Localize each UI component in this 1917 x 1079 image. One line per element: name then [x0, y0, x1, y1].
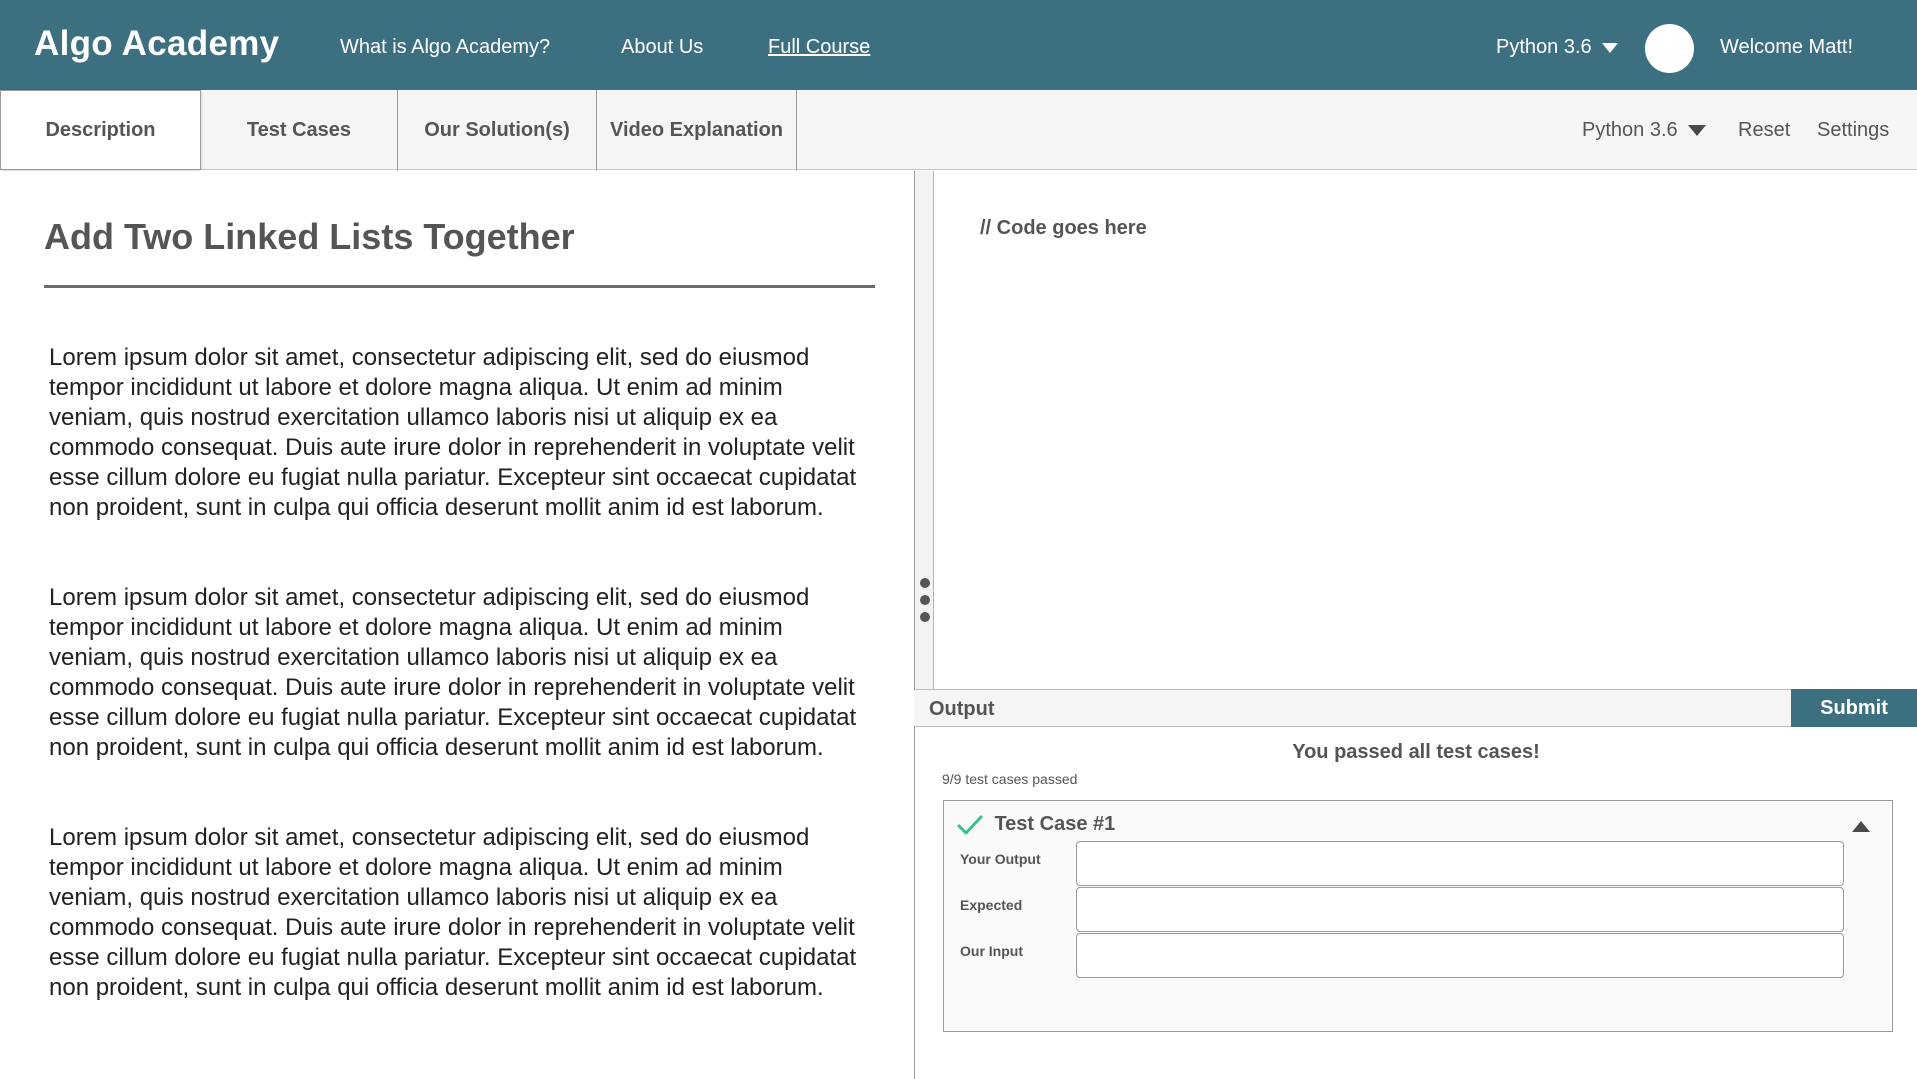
language-selector-top[interactable]: Python 3.6: [1496, 36, 1618, 59]
description-paragraph: Lorem ipsum dolor sit amet, consectetur …: [49, 344, 857, 521]
brand-logo[interactable]: Algo Academy: [34, 24, 279, 64]
your-output-field[interactable]: [1076, 841, 1844, 886]
field-label-our-input: Our Input: [960, 943, 1023, 959]
chevron-down-icon: [1687, 125, 1706, 137]
title-divider: [44, 285, 875, 288]
field-label-expected: Expected: [960, 897, 1023, 913]
output-header: Output: [914, 689, 1917, 727]
description-panel: Add Two Linked Lists Together Lorem ipsu…: [0, 171, 914, 1079]
language-selector-label: Python 3.6: [1496, 36, 1592, 58]
tab-our-solutions[interactable]: Our Solution(s): [398, 90, 597, 170]
chevron-down-icon: [1601, 42, 1618, 53]
settings-button[interactable]: Settings: [1817, 119, 1889, 142]
code-placeholder: // Code goes here: [980, 217, 1147, 239]
problem-title: Add Two Linked Lists Together: [44, 216, 575, 257]
reset-button[interactable]: Reset: [1738, 119, 1790, 142]
description-paragraph: Lorem ipsum dolor sit amet, consectetur …: [49, 584, 857, 761]
tab-description[interactable]: Description: [0, 90, 201, 170]
language-selector-editor[interactable]: Python 3.6: [1582, 119, 1706, 142]
test-count: 9/9 test cases passed: [942, 771, 1078, 787]
welcome-text: Welcome Matt!: [1720, 36, 1853, 58]
drag-handle-icon[interactable]: [920, 578, 930, 622]
code-editor[interactable]: // Code goes here: [934, 171, 1917, 689]
tab-test-cases[interactable]: Test Cases: [201, 90, 398, 170]
language-selector-label: Python 3.6: [1582, 119, 1678, 141]
problem-toolbar: Description Test Cases Our Solution(s) V…: [0, 90, 1917, 170]
expected-field[interactable]: [1076, 887, 1844, 932]
nav-link-full-course[interactable]: Full Course: [768, 36, 870, 59]
avatar[interactable]: [1645, 24, 1694, 73]
description-paragraph: Lorem ipsum dolor sit amet, consectetur …: [49, 824, 857, 1001]
nav-link-about-us[interactable]: About Us: [621, 36, 703, 59]
output-label: Output: [929, 698, 995, 720]
test-case-header[interactable]: Test Case #1: [956, 813, 1115, 843]
test-case-card: Test Case #1 Your Output Expected Our In…: [943, 800, 1893, 1032]
check-icon: [957, 815, 983, 834]
test-case-title: Test Case #1: [994, 813, 1116, 835]
submit-button[interactable]: Submit: [1791, 689, 1917, 727]
field-label-your-output: Your Output: [960, 851, 1041, 867]
chevron-up-icon[interactable]: [1852, 821, 1870, 832]
tab-video-explanation[interactable]: Video Explanation: [597, 90, 797, 170]
top-navbar: Algo Academy What is Algo Academy? About…: [0, 0, 1917, 90]
result-message: You passed all test cases!: [1292, 741, 1540, 763]
nav-link-what-is[interactable]: What is Algo Academy?: [340, 36, 550, 59]
our-input-field[interactable]: [1076, 933, 1844, 978]
